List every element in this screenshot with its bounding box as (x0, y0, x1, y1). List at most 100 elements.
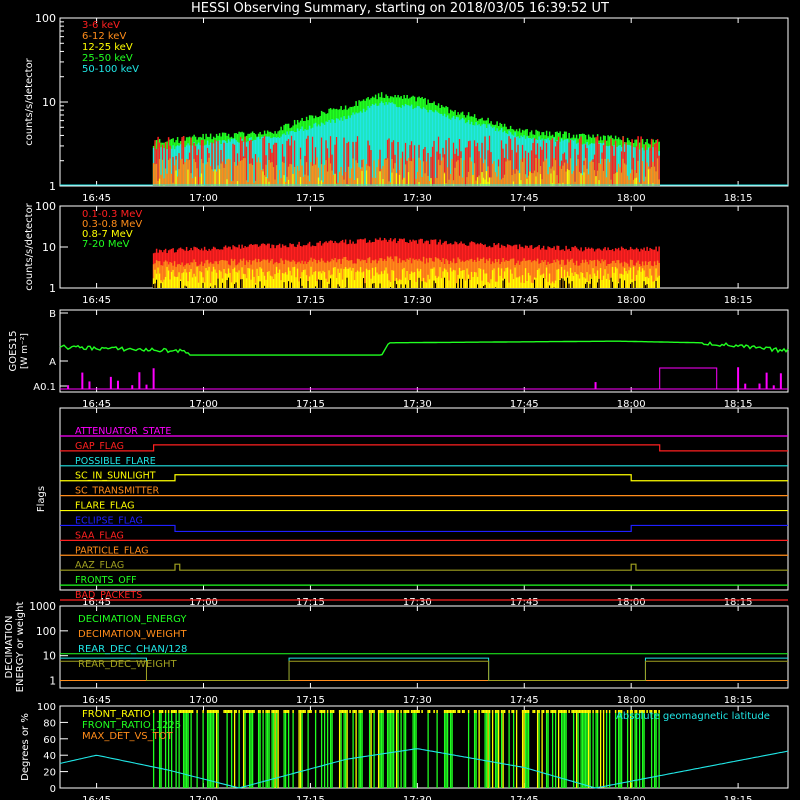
flag-line-aaz_flag (60, 563, 788, 571)
low-energy-legend-3: 25-50 keV (82, 53, 133, 64)
goes-panel: 16:45 17:00 17:15 17:30 17:45 18:00 18:15A0.1A… (8, 309, 789, 410)
goes-magenta-spikes (67, 367, 782, 389)
goes-ytick-label: A (49, 357, 56, 368)
figure-title: HESSI Observing Summary, starting on 201… (191, 1, 609, 16)
ratios-legend-0: FRONT_RATIO (82, 709, 151, 720)
panels: 16:45 17:00 17:15 17:30 17:45 18:00 18:1511010… (4, 12, 789, 800)
low-energy-legend-0: 3-6 keV (82, 20, 120, 31)
high-energy-xtick-label: 18:00 (617, 295, 646, 306)
flag-label-gap_flag: GAP_FLAG (75, 441, 124, 452)
decimation-legend-1: DECIMATION_WEIGHT (78, 629, 187, 640)
flag-label-particle_flag: PARTICLE_FLAG (75, 545, 148, 556)
goes-magenta-box (659, 367, 718, 389)
decimation-ylabel: DECIMATION (4, 615, 15, 678)
low-energy-legend-2: 12-25 keV (82, 42, 133, 53)
high-energy-xtick-label: 16:45 (82, 295, 111, 306)
decimation-ytick-label: 100 (36, 626, 56, 638)
decimation-legend-3: REAR_DEC_WEIGHT (78, 659, 177, 670)
high-energy-count-bars (152, 237, 660, 288)
low-energy-panel: 16:45 17:00 17:15 17:30 17:45 18:00 18:15 1 10 10… (24, 12, 789, 204)
ratios-legend-1: FRONT_RATIO_1225 (82, 720, 181, 731)
high-energy-legend-3: 7-20 MeV (82, 239, 130, 250)
ratios-ylabel: Degrees or % (20, 713, 31, 781)
high-energy-xtick-label: 17:45 (510, 295, 539, 306)
ratios-ytick-label: 20 (43, 768, 56, 779)
ratios-xtick-label: 17:00 (189, 795, 218, 800)
ratios-panel: 16:45 17:00 17:15 17:30 17:45 18:00 18:15 0 20 40… (20, 702, 789, 800)
ratios-legend-2: MAX_DET_VS_TOT (82, 731, 174, 742)
hessi-summary-figure: HESSI Observing Summary, starting on 201… (0, 0, 800, 800)
high-energy-ytick-label: 10 (42, 241, 56, 254)
flag-label-sc_in_sunlight: SC_IN_SUNLIGHT (75, 471, 156, 482)
goes-ylabel-units: [W m⁻²] (20, 333, 30, 369)
flag-label-flare_flag: FLARE_FLAG (75, 501, 135, 512)
decimation-xtick-label: 17:30 (403, 695, 432, 706)
ratios-xtick-label: 17:45 (510, 795, 539, 800)
decimation-panel: 16:45 17:00 17:15 17:30 17:45 18:00 18:15 1 10 10… (4, 601, 789, 706)
decimation-ytick-label: 10 (43, 651, 56, 663)
flag-label-eclipse_flag: ECLIPSE_FLAG (75, 515, 143, 526)
low-energy-xtick-label: 17:00 (189, 193, 218, 204)
low-energy-xtick-label: 18:15 (724, 193, 753, 204)
decimation-legend-0: DECIMATION_ENERGY (78, 614, 187, 625)
flags-ylabel: Flags (36, 486, 47, 512)
decimation-xtick-label: 17:00 (189, 695, 218, 706)
flag-label-aaz_flag: AAZ_FLAG (75, 560, 124, 571)
ratios-xtick-label: 16:45 (82, 795, 111, 800)
decimation-legend-2: REAR_DEC_CHAN/128 (78, 644, 187, 655)
decimation-ytick-label: 1000 (29, 601, 56, 613)
flags-panel: 16:45 17:00 17:15 17:30 17:45 18:00 18:15Flags… (36, 407, 789, 608)
ratios-ytick-label: 0 (50, 784, 56, 795)
decimation-xtick-label: 17:45 (510, 695, 539, 706)
flag-label-sc_transmitter: SC_TRANSMITTER (75, 486, 160, 497)
decimation-ytick-label: 1 (49, 676, 56, 688)
goes-ytick-label: B (49, 309, 56, 320)
low-energy-legend-1: 6-12 keV (82, 31, 126, 42)
ratios-xtick-label: 17:15 (296, 795, 325, 800)
low-energy-count-bars (152, 92, 660, 186)
low-energy-ytick-label: 1 (49, 180, 56, 193)
low-energy-xtick-label: 16:45 (82, 193, 111, 204)
low-energy-xtick-label: 17:45 (510, 193, 539, 204)
ratios-xtick-label: 18:15 (724, 795, 753, 800)
ratios-xtick-label: 17:30 (403, 795, 432, 800)
ratios-ytick-label: 60 (43, 735, 56, 746)
ratios-annotation: Absolute geomagnetic latitude (616, 711, 770, 722)
ratios-ytick-label: 100 (37, 702, 56, 713)
flag-line-eclipse_flag (60, 524, 788, 533)
low-energy-xtick-label: 18:00 (617, 193, 646, 204)
high-energy-panel: 16:45 17:00 17:15 17:30 17:45 18:00 18:15 1 10 10… (24, 200, 789, 306)
low-energy-xtick-label: 17:30 (403, 193, 432, 204)
high-energy-ytick-label: 100 (35, 200, 56, 213)
decimation-xtick-label: 18:15 (724, 695, 753, 706)
flag-line-sc_in_sunlight (60, 474, 788, 482)
goes-ylabel: GOES15 (8, 330, 19, 371)
decimation-ylabel2: ENERGY or weight (15, 602, 26, 693)
ratios-ytick-label: 40 (43, 751, 56, 762)
flag-label-attenuator_state: ATTENUATOR_STATE (75, 426, 171, 437)
decimation-xtick-label: 17:15 (296, 695, 325, 706)
goes-ytick-label: A0.1 (33, 382, 56, 393)
decimation-xtick-label: 16:45 (82, 695, 111, 706)
low-energy-ytick-label: 100 (35, 12, 56, 25)
ratios-xtick-label: 18:00 (617, 795, 646, 800)
flag-label-fronts_off: FRONTS_OFF (75, 575, 137, 586)
low-energy-ytick-label: 10 (42, 96, 56, 109)
high-energy-ylabel: counts/s/detector (24, 202, 35, 290)
flag-label-possible_flare: POSSIBLE_FLARE (75, 456, 156, 467)
ratios-bars (152, 710, 660, 788)
low-energy-ylabel: counts/s/detector (24, 57, 35, 145)
ratios-ytick-label: 80 (43, 718, 56, 729)
high-energy-xtick-label: 17:30 (403, 295, 432, 306)
high-energy-ytick-label: 1 (49, 282, 56, 295)
low-energy-legend-4: 50-100 keV (82, 64, 139, 75)
decimation-xtick-label: 18:00 (617, 695, 646, 706)
high-energy-xtick-label: 17:15 (296, 295, 325, 306)
goes-flux-line (59, 340, 789, 356)
high-energy-xtick-label: 18:15 (724, 295, 753, 306)
flag-line-gap_flag (60, 444, 788, 452)
low-energy-xtick-label: 17:15 (296, 193, 325, 204)
flag-label-saa_flag: SAA_FLAG (75, 530, 124, 541)
high-energy-xtick-label: 17:00 (189, 295, 218, 306)
flag-label-bad_packets: BAD_PACKETS (75, 590, 142, 601)
